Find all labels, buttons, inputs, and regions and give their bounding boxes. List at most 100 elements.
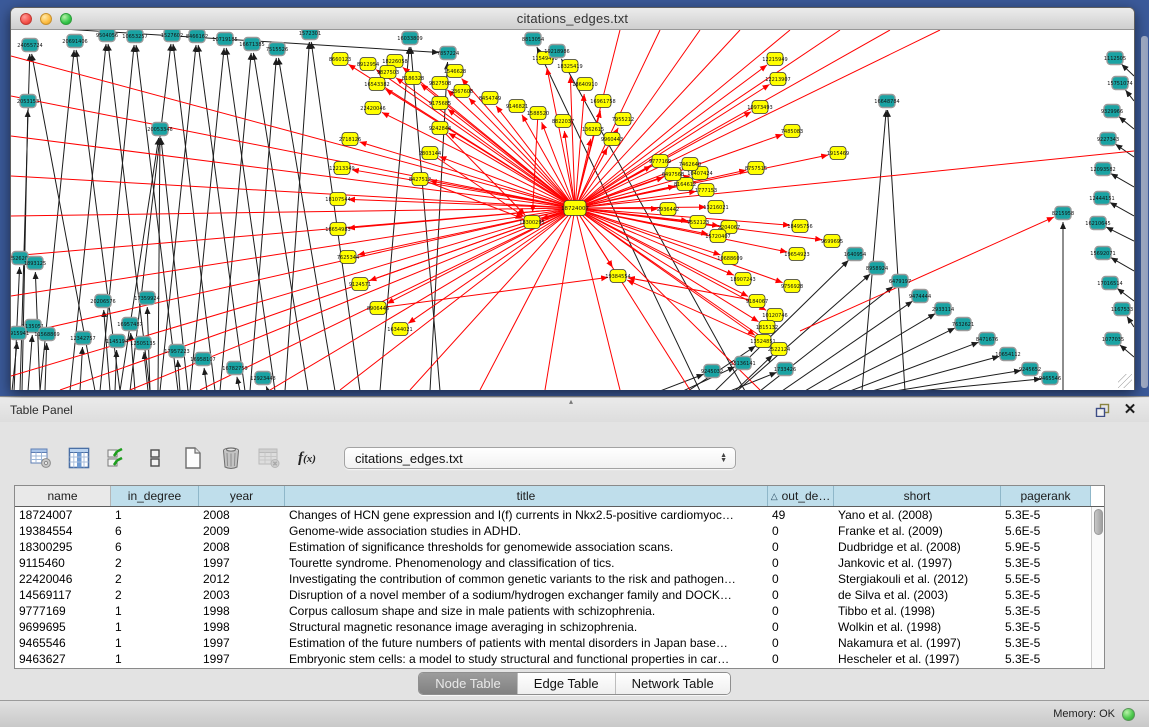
cell-in_degree[interactable]: 6	[111, 523, 199, 539]
table-row[interactable]: 946362711997Embryonic stem cells: a mode…	[15, 651, 1091, 667]
cell-in_degree[interactable]: 1	[111, 619, 199, 635]
cell-pagerank[interactable]: 5.3E-5	[1001, 651, 1091, 667]
cell-pagerank[interactable]: 5.6E-5	[1001, 523, 1091, 539]
table-settings-button[interactable]	[26, 444, 56, 472]
cell-in_degree[interactable]: 2	[111, 587, 199, 603]
cell-year[interactable]: 2009	[199, 523, 285, 539]
cell-in_degree[interactable]: 2	[111, 571, 199, 587]
cell-short[interactable]: Jankovic et al. (1997)	[834, 555, 1001, 571]
table-scrollbar-thumb[interactable]	[1094, 509, 1103, 535]
cell-name[interactable]: 18300295	[15, 539, 111, 555]
cell-in_degree[interactable]: 6	[111, 539, 199, 555]
cell-short[interactable]: de Silva et al. (2003)	[834, 587, 1001, 603]
column-header-short[interactable]: short	[834, 486, 1001, 506]
tab-edge-table[interactable]: Edge Table	[518, 673, 616, 694]
cell-name[interactable]: 19384554	[15, 523, 111, 539]
delete-table-disabled-button[interactable]	[254, 444, 284, 472]
delete-column-button[interactable]	[216, 444, 246, 472]
cell-title[interactable]: Corpus callosum shape and size in male p…	[285, 603, 768, 619]
cell-short[interactable]: Dudbridge et al. (2008)	[834, 539, 1001, 555]
cell-short[interactable]: Yano et al. (2008)	[834, 507, 1001, 523]
cell-name[interactable]: 18724007	[15, 507, 111, 523]
cell-title[interactable]: Estimation of the future numbers of pati…	[285, 635, 768, 651]
table-row[interactable]: 1456911722003Disruption of a novel membe…	[15, 587, 1091, 603]
cell-out_de[interactable]: 0	[768, 571, 834, 587]
cell-pagerank[interactable]: 5.3E-5	[1001, 587, 1091, 603]
cell-title[interactable]: Genome-wide association studies in ADHD.	[285, 523, 768, 539]
cell-out_de[interactable]: 0	[768, 555, 834, 571]
cell-in_degree[interactable]: 1	[111, 635, 199, 651]
table-selector-dropdown[interactable]: citations_edges.txt ▲▼	[344, 447, 736, 469]
cell-short[interactable]: Stergiakouli et al. (2012)	[834, 571, 1001, 587]
cell-name[interactable]: 9115460	[15, 555, 111, 571]
cell-short[interactable]: Wolkin et al. (1998)	[834, 619, 1001, 635]
cell-in_degree[interactable]: 1	[111, 507, 199, 523]
cell-short[interactable]: Hescheler et al. (1997)	[834, 651, 1001, 667]
table-row[interactable]: 1872400712008Changes of HCN gene express…	[15, 507, 1091, 523]
function-builder-button[interactable]: f(x)	[292, 444, 322, 472]
cell-out_de[interactable]: 0	[768, 635, 834, 651]
column-checklist-button[interactable]	[102, 444, 132, 472]
cell-out_de[interactable]: 0	[768, 651, 834, 667]
table-row[interactable]: 911546021997Tourette syndrome. Phenomeno…	[15, 555, 1091, 571]
cell-year[interactable]: 1998	[199, 603, 285, 619]
column-header-in_degree[interactable]: in_degree	[111, 486, 199, 506]
tab-node-table[interactable]: Node Table	[419, 673, 518, 694]
cell-out_de[interactable]: 0	[768, 619, 834, 635]
column-header-name[interactable]: name	[15, 486, 111, 506]
column-header-out_de[interactable]: △out_de…	[768, 486, 834, 506]
table-row[interactable]: 1938455462009Genome-wide association stu…	[15, 523, 1091, 539]
cell-pagerank[interactable]: 5.5E-5	[1001, 571, 1091, 587]
cell-out_de[interactable]: 0	[768, 523, 834, 539]
cell-out_de[interactable]: 0	[768, 603, 834, 619]
cell-name[interactable]: 9699695	[15, 619, 111, 635]
cell-short[interactable]: Nakamura et al. (1997)	[834, 635, 1001, 651]
table-row[interactable]: 1830029562008Estimation of significance …	[15, 539, 1091, 555]
window-titlebar[interactable]: citations_edges.txt	[11, 8, 1134, 30]
cell-title[interactable]: Disruption of a novel member of a sodium…	[285, 587, 768, 603]
cell-year[interactable]: 1997	[199, 555, 285, 571]
cell-in_degree[interactable]: 1	[111, 603, 199, 619]
panel-splitter-handle[interactable]: ▴	[569, 397, 573, 406]
cell-pagerank[interactable]: 5.3E-5	[1001, 507, 1091, 523]
cell-year[interactable]: 1997	[199, 635, 285, 651]
cell-title[interactable]: Structural magnetic resonance image aver…	[285, 619, 768, 635]
cell-in_degree[interactable]: 1	[111, 651, 199, 667]
row-pair-button[interactable]	[140, 444, 170, 472]
cell-year[interactable]: 1997	[199, 651, 285, 667]
column-header-year[interactable]: year	[199, 486, 285, 506]
close-panel-icon[interactable]: ✕	[1121, 402, 1139, 418]
cell-pagerank[interactable]: 5.3E-5	[1001, 555, 1091, 571]
column-header-pagerank[interactable]: pagerank	[1001, 486, 1091, 506]
cell-in_degree[interactable]: 2	[111, 555, 199, 571]
cell-title[interactable]: Investigating the contribution of common…	[285, 571, 768, 587]
cell-title[interactable]: Tourette syndrome. Phenomenology and cla…	[285, 555, 768, 571]
cell-pagerank[interactable]: 5.9E-5	[1001, 539, 1091, 555]
cell-short[interactable]: Tibbo et al. (1998)	[834, 603, 1001, 619]
table-row[interactable]: 946554611997Estimation of the future num…	[15, 635, 1091, 651]
cell-pagerank[interactable]: 5.3E-5	[1001, 635, 1091, 651]
table-row[interactable]: 2242004622012Investigating the contribut…	[15, 571, 1091, 587]
cell-name[interactable]: 9465546	[15, 635, 111, 651]
float-panel-icon[interactable]	[1093, 402, 1111, 418]
cell-pagerank[interactable]: 5.3E-5	[1001, 619, 1091, 635]
new-column-button[interactable]	[178, 444, 208, 472]
cell-title[interactable]: Embryonic stem cells: a model to study s…	[285, 651, 768, 667]
cell-name[interactable]: 9777169	[15, 603, 111, 619]
table-scrollbar[interactable]	[1091, 507, 1104, 668]
table-row[interactable]: 977716911998Corpus callosum shape and si…	[15, 603, 1091, 619]
tab-network-table[interactable]: Network Table	[616, 673, 730, 694]
network-window[interactable]: citations_edges.txt 18724007183002951938…	[10, 7, 1135, 390]
cell-name[interactable]: 9463627	[15, 651, 111, 667]
cell-year[interactable]: 2008	[199, 539, 285, 555]
window-resize-grip[interactable]	[1118, 374, 1132, 388]
cell-year[interactable]: 2012	[199, 571, 285, 587]
cell-pagerank[interactable]: 5.3E-5	[1001, 603, 1091, 619]
cell-name[interactable]: 22420046	[15, 571, 111, 587]
cell-year[interactable]: 2003	[199, 587, 285, 603]
memory-status-indicator[interactable]	[1122, 708, 1135, 721]
table-row[interactable]: 969969511998Structural magnetic resonanc…	[15, 619, 1091, 635]
cell-year[interactable]: 2008	[199, 507, 285, 523]
show-column-button[interactable]	[64, 444, 94, 472]
cell-title[interactable]: Estimation of significance thresholds fo…	[285, 539, 768, 555]
